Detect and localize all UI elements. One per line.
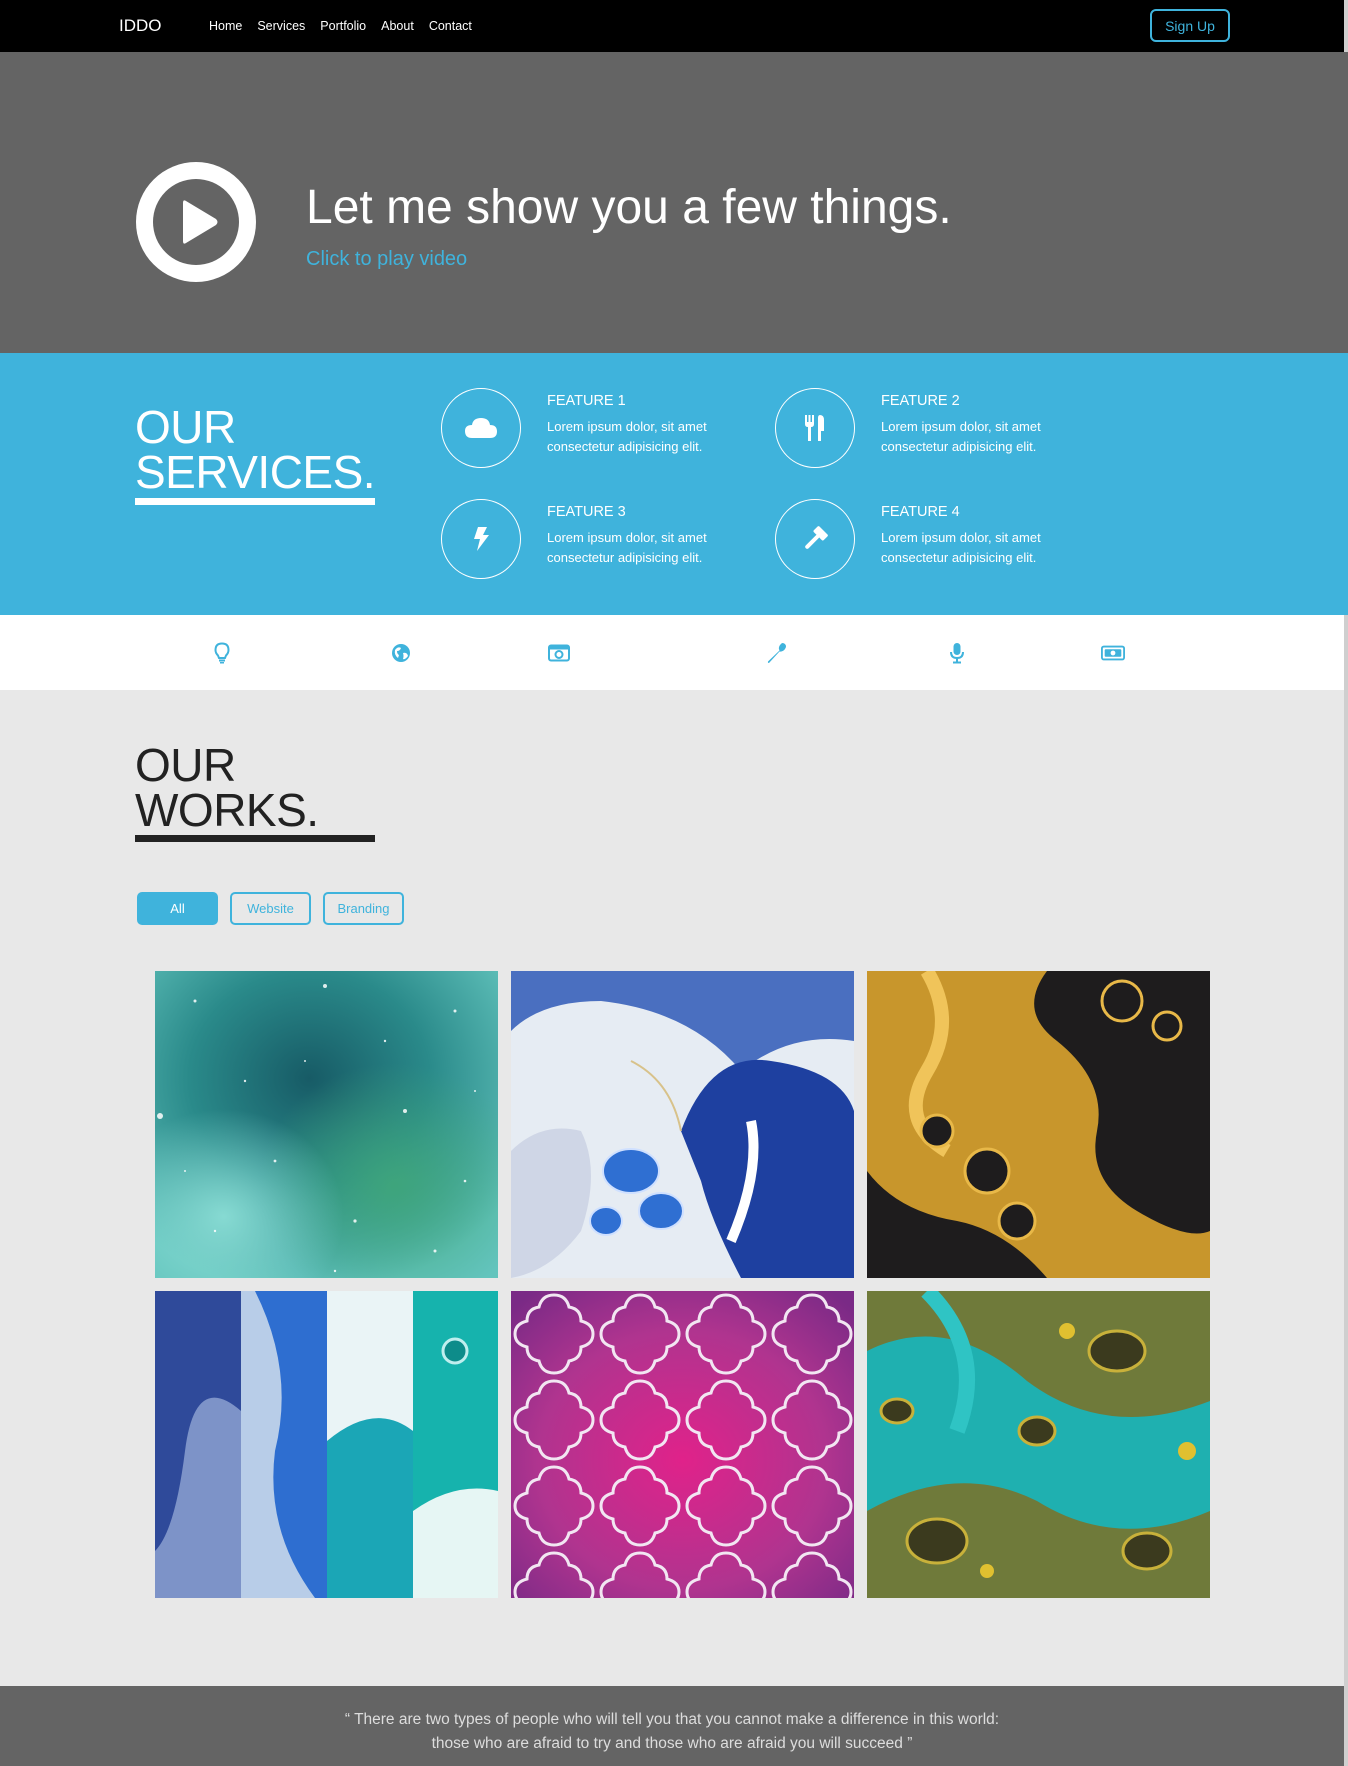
- portfolio-item-2[interactable]: [511, 971, 854, 1278]
- title-underline: [135, 498, 375, 505]
- bolt-icon: [441, 499, 521, 579]
- feature-1: FEATURE 1 Lorem ipsum dolor, sit amet co…: [441, 388, 771, 470]
- icon-strip: [0, 615, 1344, 690]
- cloud-icon: [441, 388, 521, 468]
- filter-all-button[interactable]: All: [137, 892, 218, 925]
- filter-branding-button[interactable]: Branding: [323, 892, 404, 925]
- utensils-icon: [775, 388, 855, 468]
- nav-link-services[interactable]: Services: [257, 19, 305, 33]
- quote-section: “ There are two types of people who will…: [0, 1686, 1344, 1766]
- signup-button[interactable]: Sign Up: [1150, 9, 1230, 42]
- nav-links: Home Services Portfolio About Contact: [209, 19, 472, 33]
- microphone-icon: [945, 641, 969, 665]
- nav-link-home[interactable]: Home: [209, 19, 242, 33]
- portfolio-item-4[interactable]: [155, 1291, 498, 1598]
- services-section: OUR SERVICES. FEATURE 1 Lorem ipsum dolo…: [0, 353, 1348, 615]
- feature-2: FEATURE 2 Lorem ipsum dolor, sit amet co…: [775, 388, 1105, 470]
- feature-title: FEATURE 3: [547, 504, 626, 520]
- nav-link-contact[interactable]: Contact: [429, 19, 472, 33]
- services-title: OUR SERVICES.: [135, 404, 376, 498]
- camera-icon: [547, 641, 571, 665]
- play-video-link[interactable]: Click to play video: [306, 248, 467, 271]
- feature-title: FEATURE 1: [547, 393, 626, 409]
- works-title: OUR WORKS.: [135, 742, 319, 836]
- nav-link-portfolio[interactable]: Portfolio: [320, 19, 366, 33]
- money-icon: [1101, 641, 1125, 665]
- feature-4: FEATURE 4 Lorem ipsum dolor, sit amet co…: [775, 499, 1105, 581]
- portfolio-item-1[interactable]: [155, 971, 498, 1278]
- play-icon[interactable]: [136, 162, 256, 282]
- feature-title: FEATURE 2: [881, 393, 960, 409]
- nav-link-about[interactable]: About: [381, 19, 414, 33]
- portfolio-item-6[interactable]: [867, 1291, 1210, 1598]
- services-title-line2: SERVICES.: [135, 446, 376, 498]
- feature-text: Lorem ipsum dolor, sit amet consectetur …: [547, 419, 707, 454]
- lightbulb-icon: [210, 641, 234, 665]
- hero-title: Let me show you a few things.: [306, 181, 952, 234]
- works-title-line2: WORKS.: [135, 784, 319, 836]
- gavel-icon: [775, 499, 855, 579]
- filter-bar: All Website Branding: [137, 892, 404, 925]
- feature-3: FEATURE 3 Lorem ipsum dolor, sit amet co…: [441, 499, 771, 581]
- filter-website-button[interactable]: Website: [230, 892, 311, 925]
- hero-section: Let me show you a few things. Click to p…: [0, 52, 1348, 353]
- portfolio-item-3[interactable]: [867, 971, 1210, 1278]
- feature-text: Lorem ipsum dolor, sit amet consectetur …: [881, 530, 1041, 565]
- quote-text: “ There are two types of people who will…: [344, 1711, 1000, 1752]
- navbar: IDDO Home Services Portfolio About Conta…: [0, 0, 1344, 52]
- wrench-icon: [765, 641, 789, 665]
- portfolio-item-5[interactable]: [511, 1291, 854, 1598]
- globe-icon: [389, 641, 413, 665]
- feature-text: Lorem ipsum dolor, sit amet consectetur …: [881, 419, 1041, 454]
- feature-title: FEATURE 4: [881, 504, 960, 520]
- title-underline: [135, 835, 375, 842]
- brand-logo[interactable]: IDDO: [119, 16, 162, 36]
- feature-text: Lorem ipsum dolor, sit amet consectetur …: [547, 530, 707, 565]
